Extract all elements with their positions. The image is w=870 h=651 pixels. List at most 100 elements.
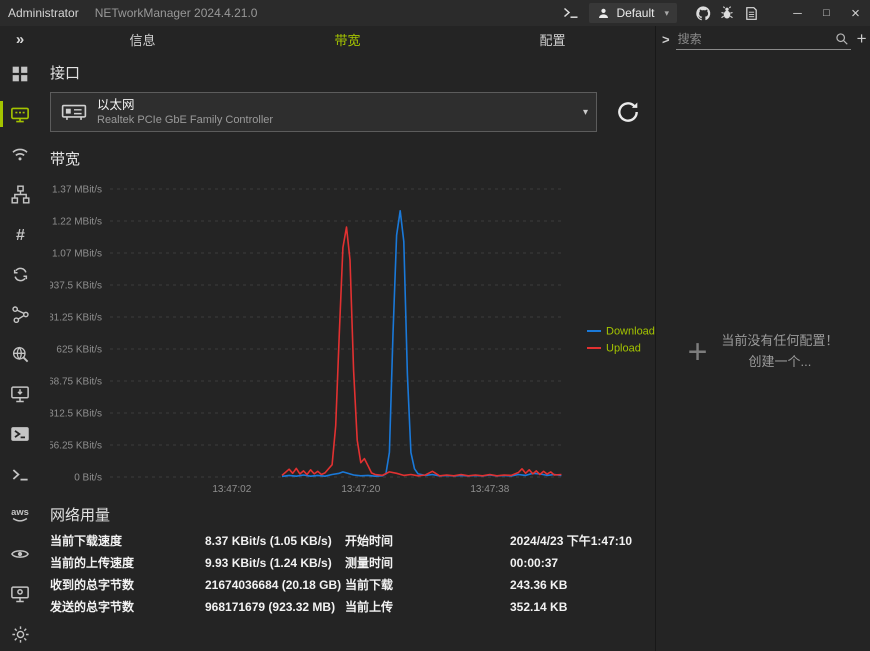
- stat-label: 当前上传: [345, 601, 510, 614]
- svg-text:625 KBit/s: 625 KBit/s: [56, 345, 102, 356]
- admin-label: Administrator: [8, 6, 79, 20]
- tab-profiles[interactable]: 配置: [450, 26, 655, 53]
- close-button[interactable]: ×: [841, 0, 870, 26]
- search-input[interactable]: [676, 32, 835, 46]
- ip-scanner-icon[interactable]: [0, 174, 40, 214]
- svg-text:aws: aws: [11, 507, 29, 517]
- svg-text:Upload: Upload: [606, 343, 641, 355]
- svg-text:781.25 KBit/s: 781.25 KBit/s: [50, 313, 102, 324]
- main-content: 接口 以太网 Realtek PCIe GbE Family Controlle…: [40, 52, 655, 651]
- left-sidebar: » # aws: [0, 26, 40, 651]
- svg-text:Download: Download: [606, 326, 655, 338]
- ping-monitor-icon[interactable]: [0, 254, 40, 294]
- profiles-empty-state: + 当前没有任何配置！ 创建一个...: [656, 52, 870, 651]
- stat-value: 2024/4/23 下午1:47:10: [510, 535, 655, 548]
- stat-value: 352.14 KB: [510, 601, 655, 614]
- lookup-icon[interactable]: [0, 534, 40, 574]
- user-icon: [597, 7, 610, 20]
- svg-text:156.25 KBit/s: 156.25 KBit/s: [50, 441, 102, 452]
- stat-value: 9.93 KBit/s (1.24 KB/s): [205, 557, 345, 570]
- svg-text:468.75 KBit/s: 468.75 KBit/s: [50, 377, 102, 388]
- bandwidth-chart: 1.37 MBit/s 1.22 MBit/s 1.07 MBit/s 937.5 K…: [50, 178, 655, 496]
- bug-report-button[interactable]: [715, 0, 739, 26]
- settings-icon[interactable]: [0, 614, 40, 651]
- svg-text:937.5 KBit/s: 937.5 KBit/s: [50, 281, 102, 292]
- docs-icon: [744, 6, 759, 21]
- dns-lookup-icon[interactable]: [0, 334, 40, 374]
- adapter-select[interactable]: 以太网 Realtek PCIe GbE Family Controller ▾: [50, 92, 597, 132]
- chevron-right-icon: >: [662, 32, 670, 47]
- add-profile-button[interactable]: +: [857, 29, 867, 49]
- stat-value: 8.37 KBit/s (1.05 KB/s): [205, 535, 345, 548]
- docs-button[interactable]: [739, 0, 763, 26]
- stat-label: 发送的总字节数: [50, 601, 205, 614]
- stat-label: 当前下载: [345, 579, 510, 592]
- adapter-description: Realtek PCIe GbE Family Controller: [97, 113, 273, 127]
- main-column: 信息 带宽 配置 接口 以太网 Realtek PCIe GbE Family …: [40, 26, 655, 651]
- svg-text:1.37 MBit/s: 1.37 MBit/s: [52, 185, 102, 196]
- svg-text:1.07 MBit/s: 1.07 MBit/s: [52, 249, 102, 260]
- app-icon-list: # aws: [0, 52, 40, 651]
- usage-heading: 网络用量: [50, 504, 655, 525]
- maximize-button[interactable]: □: [812, 0, 841, 26]
- svg-text:312.5 KBit/s: 312.5 KBit/s: [50, 409, 102, 420]
- refresh-icon: [615, 99, 641, 125]
- bug-icon: [719, 5, 735, 21]
- powershell-icon[interactable]: [0, 414, 40, 454]
- svg-text:13:47:02: 13:47:02: [212, 484, 251, 495]
- app-window: Administrator NETworkManager 2024.4.21.0…: [0, 0, 870, 651]
- github-icon: [695, 5, 712, 22]
- terminal-button[interactable]: [559, 0, 583, 26]
- collapse-panel-button[interactable]: >: [662, 32, 670, 47]
- port-scanner-icon[interactable]: #: [0, 214, 40, 254]
- stat-value: 968171679 (923.32 MB): [205, 601, 345, 614]
- caret-down-icon: ▾: [583, 107, 588, 118]
- stat-label: 收到的总字节数: [50, 579, 205, 592]
- traceroute-icon[interactable]: [0, 294, 40, 334]
- tab-bar: 信息 带宽 配置: [40, 26, 655, 53]
- expand-sidebar-button[interactable]: »: [0, 31, 40, 48]
- interface-heading: 接口: [50, 62, 655, 83]
- stat-value: 00:00:37: [510, 557, 655, 570]
- adapter-name: 以太网: [97, 97, 273, 113]
- tab-bandwidth[interactable]: 带宽: [245, 26, 450, 53]
- bandwidth-heading: 带宽: [50, 148, 655, 169]
- app-title: NETworkManager 2024.4.21.0: [95, 6, 258, 20]
- whois-icon[interactable]: [0, 574, 40, 614]
- svg-text:1.22 MBit/s: 1.22 MBit/s: [52, 217, 102, 228]
- stat-label: 开始时间: [345, 535, 510, 548]
- network-interface-icon[interactable]: [0, 94, 40, 134]
- minimize-button[interactable]: ─: [783, 0, 812, 26]
- github-button[interactable]: [691, 0, 715, 26]
- add-profile-big-button[interactable]: +: [688, 335, 708, 369]
- remote-desktop-icon[interactable]: [0, 374, 40, 414]
- window-controls: ─ □ ×: [783, 0, 870, 26]
- empty-state-line2: 创建一个...: [749, 354, 812, 369]
- usage-stats: 当前下载速度 8.37 KBit/s (1.05 KB/s) 开始时间 2024…: [50, 535, 655, 614]
- svg-text:#: #: [16, 226, 25, 244]
- svg-text:13:47:20: 13:47:20: [341, 484, 380, 495]
- chevrons-right-icon: »: [16, 31, 24, 48]
- stat-label: 当前下载速度: [50, 535, 205, 548]
- profile-dropdown[interactable]: Default ▾: [589, 3, 677, 23]
- caret-down-icon: ▾: [664, 8, 669, 19]
- profiles-panel: > + + 当前没有任何配置！ 创建一个...: [655, 26, 870, 651]
- terminal-icon: [563, 5, 579, 21]
- empty-state-line1: 当前没有任何配置！: [721, 333, 838, 348]
- titlebar: Administrator NETworkManager 2024.4.21.0…: [0, 0, 870, 26]
- stat-value: 21674036684 (20.18 GB): [205, 579, 345, 592]
- refresh-button[interactable]: [615, 99, 641, 125]
- dashboard-icon[interactable]: [0, 54, 40, 94]
- network-adapter-icon: [61, 99, 87, 125]
- search-icon: [835, 32, 849, 46]
- stat-label: 当前的上传速度: [50, 557, 205, 570]
- profile-name: Default: [616, 6, 654, 20]
- stat-label: 测量时间: [345, 557, 510, 570]
- wifi-icon[interactable]: [0, 134, 40, 174]
- svg-text:0 Bit/s: 0 Bit/s: [74, 473, 102, 484]
- putty-icon[interactable]: [0, 454, 40, 494]
- stat-value: 243.36 KB: [510, 579, 655, 592]
- aws-ssm-icon[interactable]: aws: [0, 494, 40, 534]
- tab-info[interactable]: 信息: [40, 26, 245, 53]
- svg-text:13:47:38: 13:47:38: [470, 484, 509, 495]
